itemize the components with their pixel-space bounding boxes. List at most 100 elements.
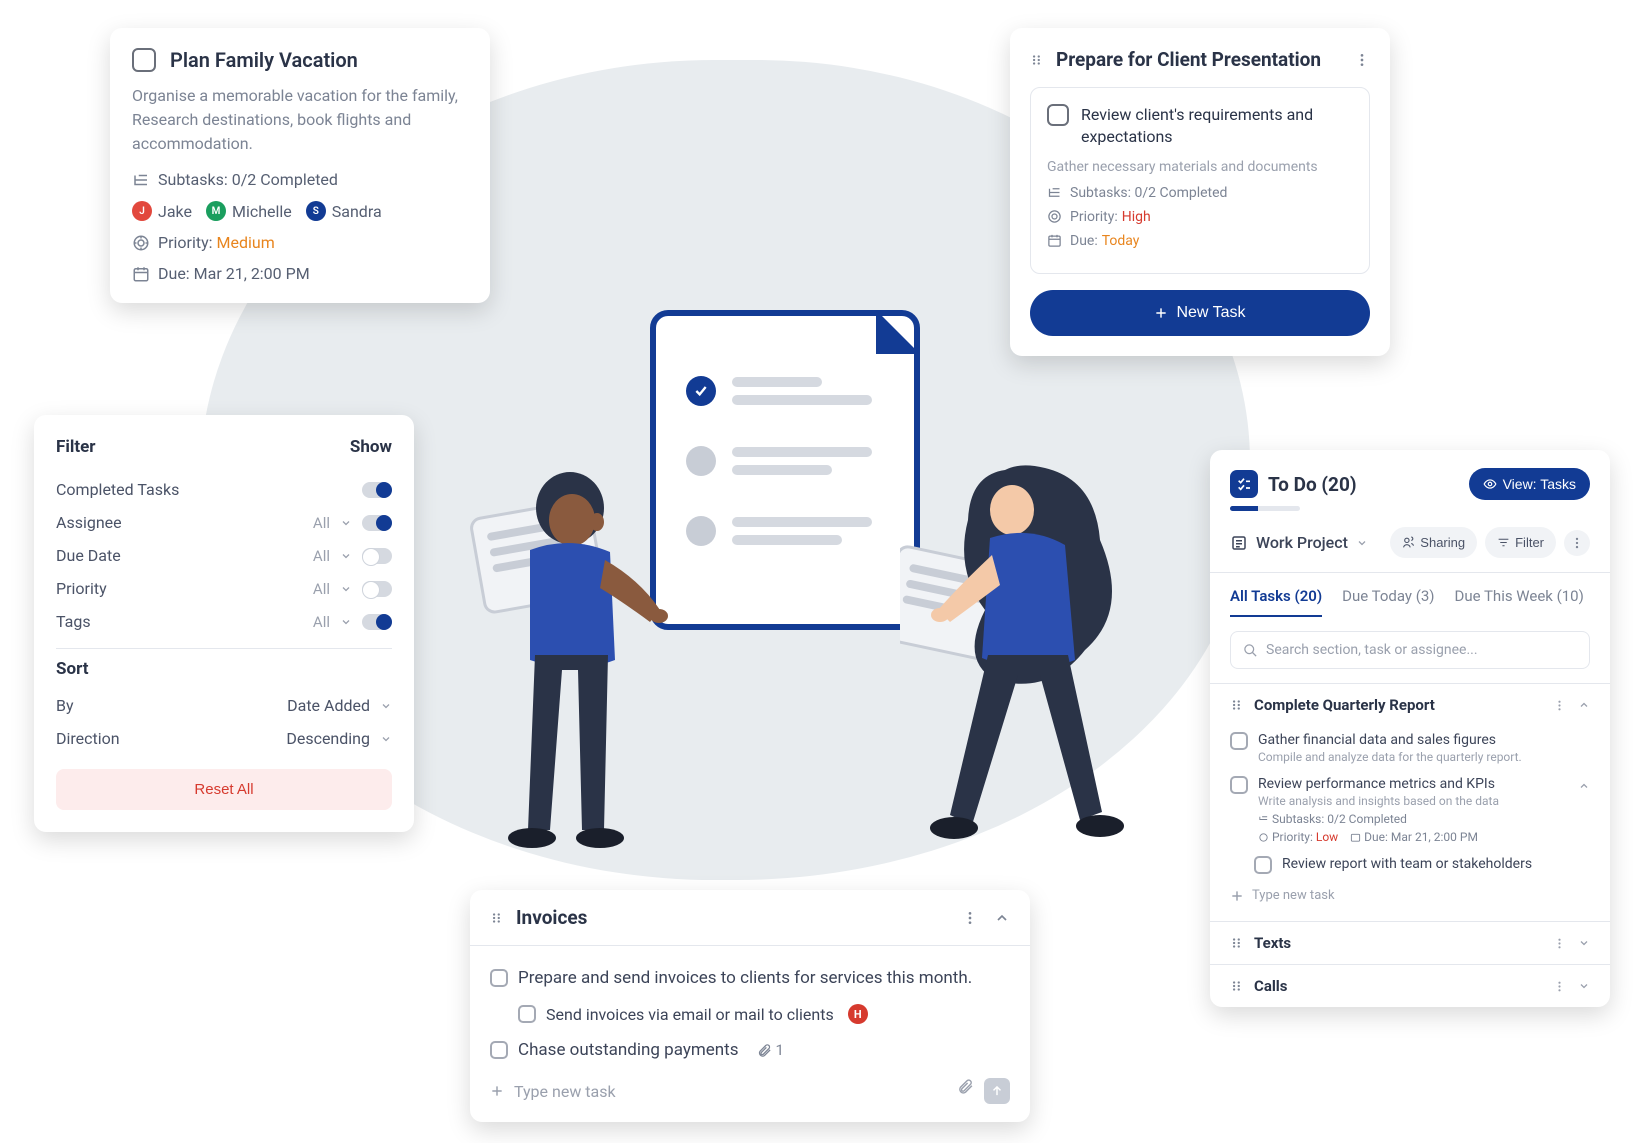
checkbox[interactable] xyxy=(1230,776,1248,794)
todo-panel: To Do (20) View: Tasks Work Project Shar… xyxy=(1210,450,1610,1007)
collapse-icon[interactable] xyxy=(994,910,1010,926)
filter-label: Due Date xyxy=(56,546,121,565)
priority-value: Medium xyxy=(217,233,275,252)
task-title: Review report with team or stakeholders xyxy=(1282,856,1590,872)
more-icon[interactable] xyxy=(1553,699,1566,712)
drag-handle-icon[interactable] xyxy=(1230,979,1244,993)
checkbox[interactable] xyxy=(490,1041,508,1059)
sort-direction-label: Direction xyxy=(56,729,120,748)
sort-by-value: Date Added xyxy=(287,696,370,715)
paperclip-icon[interactable] xyxy=(957,1078,974,1095)
checkbox[interactable] xyxy=(132,48,156,72)
placeholder: Type new task xyxy=(514,1082,616,1101)
drag-handle-icon[interactable] xyxy=(1230,936,1244,950)
section-quarterly-report: Complete Quarterly Report Gather financi… xyxy=(1210,683,1610,921)
filter-icon xyxy=(1497,536,1510,549)
more-icon[interactable] xyxy=(962,910,978,926)
section-title: Invoices xyxy=(516,906,587,929)
toggle[interactable] xyxy=(362,581,392,597)
new-task-input[interactable]: Type new task xyxy=(1230,880,1590,911)
checkbox[interactable] xyxy=(518,1005,536,1023)
task-card-vacation: Plan Family Vacation Organise a memorabl… xyxy=(110,28,490,303)
checkbox[interactable] xyxy=(1230,732,1248,750)
drag-handle-icon[interactable] xyxy=(1030,53,1044,67)
filter-button[interactable]: Filter xyxy=(1485,527,1556,558)
more-button[interactable] xyxy=(1564,530,1590,556)
chevron-down-icon[interactable] xyxy=(340,583,352,595)
collapse-icon[interactable] xyxy=(1578,699,1590,711)
drag-handle-icon[interactable] xyxy=(1230,698,1244,712)
sort-by-label: By xyxy=(56,696,74,715)
sort-by-select[interactable]: Date Added xyxy=(287,696,392,715)
filter-heading: Filter xyxy=(56,437,96,457)
sharing-button[interactable]: Sharing xyxy=(1390,527,1477,558)
more-icon[interactable] xyxy=(1354,52,1370,68)
toggle[interactable] xyxy=(362,482,392,498)
filter-value: All xyxy=(313,514,330,532)
chevron-down-icon[interactable] xyxy=(340,616,352,628)
chevron-down-icon[interactable] xyxy=(340,517,352,529)
tab[interactable]: Due This Week (10) xyxy=(1454,587,1583,617)
reset-all-button[interactable]: Reset All xyxy=(56,769,392,810)
assignee: J Jake xyxy=(132,201,192,221)
view-label: View: Tasks xyxy=(1503,476,1576,492)
subtask-card: Review client's requirements and expecta… xyxy=(1030,87,1370,274)
chevron-down-icon xyxy=(1356,537,1368,549)
chevron-down-icon xyxy=(380,700,392,712)
tab[interactable]: All Tasks (20) xyxy=(1230,587,1322,617)
new-task-button[interactable]: New Task xyxy=(1030,290,1370,336)
task-row[interactable]: Chase outstanding payments1 xyxy=(490,1032,1010,1068)
priority-icon xyxy=(132,234,150,252)
filter-row: TagsAll xyxy=(56,605,392,638)
panel-title: To Do (20) xyxy=(1268,473,1357,496)
filter-row: Due DateAll xyxy=(56,539,392,572)
submit-button[interactable] xyxy=(984,1078,1010,1104)
drag-handle-icon[interactable] xyxy=(490,911,504,925)
invoices-section: Invoices Prepare and send invoices to cl… xyxy=(470,890,1030,1122)
filter-label: Completed Tasks xyxy=(56,480,179,499)
filter-row: AssigneeAll xyxy=(56,506,392,539)
task-text: Send invoices via email or mail to clien… xyxy=(546,1005,834,1024)
section-texts: Texts xyxy=(1210,921,1610,964)
filter-row: Priority All xyxy=(56,572,392,605)
avatar: J xyxy=(132,201,152,221)
priority-value: High xyxy=(1122,209,1151,225)
new-task-input[interactable]: Type new task xyxy=(490,1082,957,1101)
more-icon[interactable] xyxy=(1553,937,1566,950)
tab[interactable]: Due Today (3) xyxy=(1342,587,1434,617)
subtasks-icon xyxy=(1258,814,1269,825)
collapse-icon[interactable] xyxy=(1578,780,1590,792)
expand-icon[interactable] xyxy=(1578,937,1590,949)
filter-sort-panel: Filter Show Completed TasksAssigneeAllDu… xyxy=(34,415,414,832)
priority-badge: H xyxy=(848,1004,868,1024)
placeholder: Type new task xyxy=(1252,888,1335,903)
checkbox[interactable] xyxy=(1254,856,1272,874)
toggle[interactable] xyxy=(362,515,392,531)
search-icon xyxy=(1243,643,1258,658)
toggle[interactable] xyxy=(362,548,392,564)
checkbox[interactable] xyxy=(1047,104,1069,126)
subtasks-meta: Subtasks: 0/2 Completed xyxy=(1258,812,1407,826)
task-row[interactable]: Gather financial data and sales figuresC… xyxy=(1230,726,1590,770)
task-row[interactable]: Send invoices via email or mail to clien… xyxy=(490,996,1010,1032)
toggle[interactable] xyxy=(362,614,392,630)
more-icon[interactable] xyxy=(1553,980,1566,993)
task-row[interactable]: Prepare and send invoices to clients for… xyxy=(490,960,1010,996)
filter-row: Completed Tasks xyxy=(56,473,392,506)
view-tasks-button[interactable]: View: Tasks xyxy=(1469,468,1590,500)
checkbox[interactable] xyxy=(490,969,508,987)
card-title: Prepare for Client Presentation xyxy=(1056,48,1321,71)
expand-icon[interactable] xyxy=(1578,980,1590,992)
priority-icon xyxy=(1047,209,1062,224)
sort-direction-select[interactable]: Descending xyxy=(286,729,392,748)
filter-label: Priority xyxy=(56,579,107,598)
document-illustration xyxy=(650,310,920,630)
filter-value: All xyxy=(313,580,330,598)
assignee-name: Jake xyxy=(158,202,192,221)
search-input[interactable]: Search section, task or assignee... xyxy=(1230,631,1590,669)
nested-task-row[interactable]: Review report with team or stakeholders xyxy=(1230,850,1590,880)
project-selector[interactable]: Work Project xyxy=(1230,533,1368,552)
task-row[interactable]: Review performance metrics and KPIsWrite… xyxy=(1230,770,1590,850)
chevron-down-icon[interactable] xyxy=(340,550,352,562)
person-left-illustration xyxy=(450,460,680,870)
